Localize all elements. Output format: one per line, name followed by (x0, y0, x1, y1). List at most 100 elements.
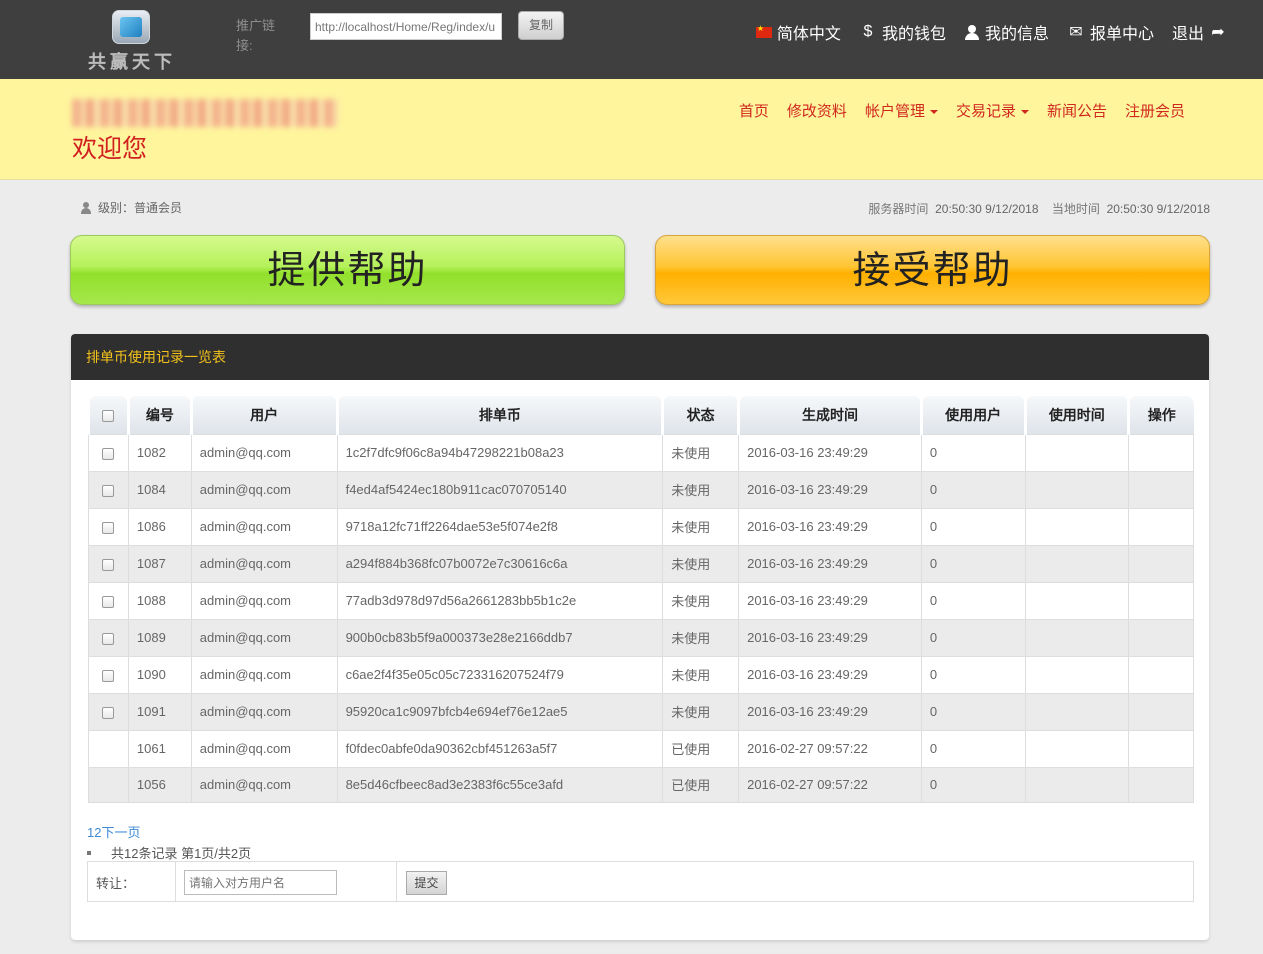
cell-id: 1056 (127, 766, 192, 803)
cell-used-by: 0 (920, 581, 1026, 620)
cell-action (1128, 618, 1194, 657)
logout-label: 退出 (1171, 26, 1204, 43)
top-links: 简体中文 $ 我的钱包 我的信息 ✉ 报单中心 退出 ➦ (755, 18, 1227, 46)
my-info-link[interactable]: 我的信息 (964, 20, 1049, 44)
row-select-cell (88, 470, 129, 509)
row-checkbox[interactable] (102, 669, 115, 682)
order-center-link[interactable]: ✉ 报单中心 (1067, 20, 1154, 44)
row-checkbox[interactable] (102, 595, 115, 608)
logout-link[interactable]: 退出 ➦ (1172, 20, 1227, 44)
cell-id: 1091 (127, 692, 192, 731)
cell-created: 2016-03-16 23:49:29 (738, 507, 922, 546)
transfer-username-input[interactable] (184, 870, 337, 895)
cell-status: 未使用 (662, 581, 740, 620)
time-display: 服务器时间 20:50:30 9/12/2018 当地时间 20:50:30 9… (868, 200, 1210, 217)
row-select-cell (88, 433, 129, 472)
divider (175, 862, 176, 901)
cell-id: 1082 (127, 433, 192, 472)
row-checkbox[interactable] (102, 558, 115, 571)
cell-used-at (1024, 581, 1130, 620)
china-flag-icon (755, 24, 772, 38)
envelope-icon: ✉ (1069, 24, 1083, 41)
cell-status: 已使用 (662, 766, 740, 803)
wallet-label: 我的钱包 (881, 26, 946, 43)
submit-button[interactable]: 提交 (406, 871, 447, 895)
cell-used-by: 0 (920, 470, 1026, 509)
column-header-used-by: 使用用户 (919, 396, 1025, 434)
language-link[interactable]: 简体中文 (755, 20, 841, 44)
cell-action (1128, 766, 1194, 803)
cell-action (1128, 470, 1194, 509)
cell-action (1128, 729, 1194, 768)
column-header-user: 用户 (189, 396, 338, 434)
accept-help-button[interactable]: 接受帮助 (655, 235, 1210, 305)
nav-register-member[interactable]: 注册会员 (1125, 100, 1185, 121)
cell-status: 未使用 (662, 433, 740, 472)
cell-created: 2016-03-16 23:49:29 (738, 433, 922, 472)
column-header-status: 状态 (661, 396, 739, 434)
level-label: 级别： (98, 201, 135, 215)
row-checkbox[interactable] (102, 447, 115, 460)
cell-used-at (1024, 692, 1130, 731)
cell-coin: 9718a12fc71ff2264dae53e5f074e2f8 (336, 507, 664, 546)
cell-user: admin@qq.com (190, 692, 338, 731)
table-row: 1061 admin@qq.com f0fdec0abfe0da90362cbf45… (88, 729, 1194, 768)
cell-coin: 77adb3d978d97d56a2661283bb5b1c2e (336, 581, 664, 620)
row-select-cell (88, 507, 129, 546)
cell-action (1128, 507, 1194, 546)
nav-transaction-records[interactable]: 交易记录 (956, 100, 1029, 121)
row-checkbox[interactable] (102, 521, 115, 534)
table-row: 1087 admin@qq.com a294f884b368fc07b0072e7c… (88, 544, 1194, 583)
cell-action (1128, 433, 1194, 472)
cell-used-at (1024, 729, 1130, 768)
logo-text: 共赢天下 (88, 52, 176, 73)
cell-id: 1084 (127, 470, 192, 509)
nav-home[interactable]: 首页 (739, 100, 769, 121)
row-select-cell (88, 655, 129, 694)
record-count-text: 共12条记录 第1页/共2页 (111, 846, 252, 861)
cell-coin: 1c2f7dfc9f06c8a94b47298221b08a23 (336, 433, 664, 472)
cell-used-at (1024, 766, 1130, 803)
table-row: 1084 admin@qq.com f4ed4af5424ec180b911cac0… (88, 470, 1194, 509)
wallet-link[interactable]: $ 我的钱包 (859, 20, 946, 44)
table-row: 1056 admin@qq.com 8e5d46cfbeec8ad3e2383f6c… (88, 766, 1194, 803)
top-bar: 共赢天下 推广链接: 复制 简体中文 $ 我的钱包 我的信息 ✉ 报单中心 退出… (0, 0, 1263, 79)
row-select-cell (88, 766, 129, 803)
table-row: 1089 admin@qq.com 900b0cb83b5f9a000373e28e… (88, 618, 1194, 657)
cell-coin: c6ae2f4f35e05c05c723316207524f79 (336, 655, 664, 694)
cell-action (1128, 544, 1194, 583)
order-center-label: 报单中心 (1089, 26, 1154, 43)
cell-user: admin@qq.com (190, 655, 338, 694)
pagination-link[interactable]: 12下一页 (87, 822, 140, 841)
chevron-down-icon (929, 110, 938, 115)
nav-account-management[interactable]: 帐户管理 (865, 100, 938, 121)
promo-link-input[interactable] (310, 13, 502, 40)
record-count: 共12条记录 第1页/共2页 (87, 843, 251, 862)
cell-created: 2016-03-16 23:49:29 (738, 655, 922, 694)
provide-help-button[interactable]: 提供帮助 (70, 235, 625, 305)
row-checkbox[interactable] (102, 706, 115, 719)
nav-edit-profile[interactable]: 修改资料 (787, 100, 847, 121)
blurred-username (72, 99, 338, 127)
cell-coin: f0fdec0abfe0da90362cbf451263a5f7 (336, 729, 664, 768)
nav-transaction-records-label: 交易记录 (955, 103, 1016, 120)
nav-news[interactable]: 新闻公告 (1047, 100, 1107, 121)
column-header-action: 操作 (1127, 396, 1194, 434)
share-arrow-icon: ➦ (1211, 24, 1225, 41)
cell-coin: f4ed4af5424ec180b911cac070705140 (336, 470, 664, 509)
server-time-value: 20:50:30 9/12/2018 (935, 202, 1039, 216)
table-row: 1086 admin@qq.com 9718a12fc71ff2264dae53e5… (88, 507, 1194, 546)
cell-user: admin@qq.com (190, 729, 338, 768)
row-checkbox[interactable] (102, 632, 115, 645)
row-checkbox[interactable] (102, 484, 115, 497)
divider (396, 862, 397, 901)
select-all-header (87, 396, 129, 434)
select-all-checkbox[interactable] (102, 410, 115, 423)
dollar-icon: $ (863, 23, 873, 40)
cell-id: 1088 (127, 581, 192, 620)
copy-button[interactable]: 复制 (518, 11, 564, 40)
cell-used-by: 0 (920, 729, 1026, 768)
site-logo[interactable]: 共赢天下 (86, 10, 178, 73)
welcome-text: 欢迎您 (72, 134, 148, 163)
cell-user: admin@qq.com (190, 581, 338, 620)
